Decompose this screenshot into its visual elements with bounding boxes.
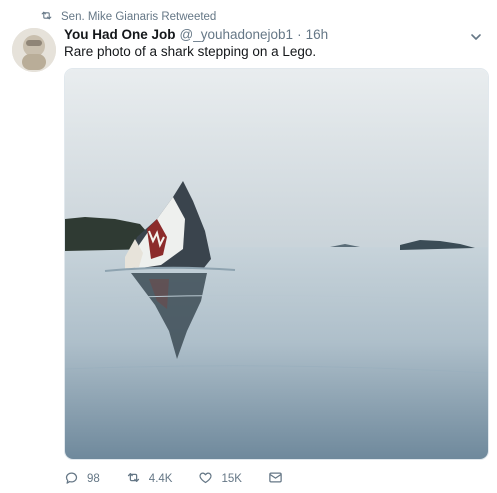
retweet-button[interactable]: 4.4K (126, 470, 173, 488)
author-handle[interactable]: @_youhadonejob1 (180, 27, 294, 42)
retweet-context: Sen. Mike Gianaris Retweeted (40, 9, 216, 25)
separator: · (297, 27, 302, 42)
tweet-actions: 98 4.4K 15K (64, 470, 309, 488)
tweet-timestamp[interactable]: 16h (306, 27, 329, 42)
reply-count: 98 (87, 473, 100, 485)
tweet-photo[interactable] (64, 68, 489, 460)
heart-icon (198, 470, 213, 488)
envelope-icon (268, 470, 283, 488)
like-button[interactable]: 15K (198, 470, 242, 488)
retweet-count: 4.4K (148, 473, 173, 485)
retweet-label[interactable]: Sen. Mike Gianaris Retweeted (61, 11, 216, 23)
retweet-icon (40, 9, 53, 25)
like-count: 15K (221, 473, 242, 485)
tweet-text: Rare photo of a shark stepping on a Lego… (64, 44, 317, 59)
chevron-down-icon[interactable] (469, 30, 483, 44)
author-name[interactable]: You Had One Job (64, 27, 176, 42)
reply-icon (64, 470, 79, 488)
direct-message-button[interactable] (268, 470, 283, 488)
retweet-icon (126, 470, 141, 488)
tweet-header: You Had One Job @_youhadonejob1 · 16h (64, 27, 465, 45)
avatar[interactable] (12, 28, 56, 72)
reply-button[interactable]: 98 (64, 470, 100, 488)
